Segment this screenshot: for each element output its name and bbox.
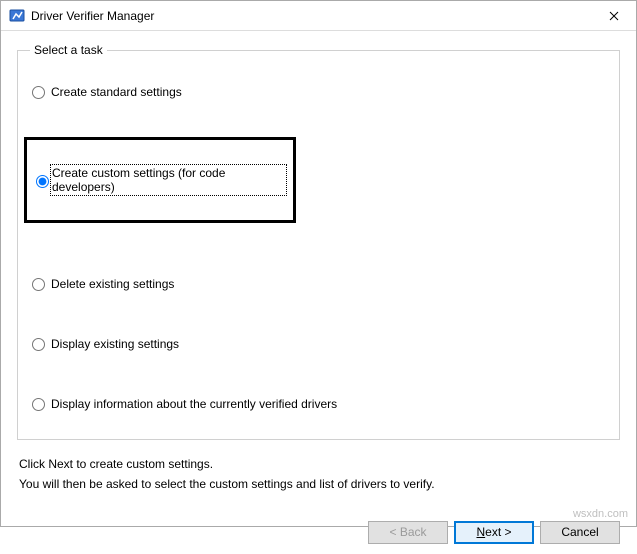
close-icon	[609, 11, 619, 21]
radio-label: Display existing settings	[51, 337, 179, 351]
groupbox-legend: Select a task	[30, 43, 107, 57]
button-label: Cancel	[561, 525, 598, 539]
radio-label: Delete existing settings	[51, 277, 174, 291]
window-title: Driver Verifier Manager	[31, 9, 591, 23]
radio-input-create-custom[interactable]	[36, 175, 49, 188]
titlebar: Driver Verifier Manager	[1, 1, 636, 31]
button-bar: < Back Next > Cancel	[17, 495, 620, 544]
radio-input-delete-existing[interactable]	[32, 278, 45, 291]
radio-input-display-info[interactable]	[32, 398, 45, 411]
app-icon	[9, 8, 25, 24]
client-area: Select a task Create standard settings C…	[1, 31, 636, 554]
cancel-button[interactable]: Cancel	[540, 521, 620, 544]
instruction-line: You will then be asked to select the cus…	[19, 474, 620, 494]
button-label: < Back	[389, 525, 426, 539]
radio-label: Display information about the currently …	[51, 397, 337, 411]
instruction-line: Click Next to create custom settings.	[19, 454, 620, 474]
close-button[interactable]	[591, 1, 636, 31]
radio-create-standard[interactable]: Create standard settings	[32, 85, 607, 99]
dialog-window: Driver Verifier Manager Select a task Cr…	[0, 0, 637, 527]
radio-display-info[interactable]: Display information about the currently …	[32, 397, 607, 411]
radio-input-display-existing[interactable]	[32, 338, 45, 351]
next-button[interactable]: Next >	[454, 521, 534, 544]
radio-create-custom[interactable]: Create custom settings (for code develop…	[31, 166, 285, 194]
radio-label: Create standard settings	[51, 85, 182, 99]
highlight-box: Create custom settings (for code develop…	[24, 137, 296, 223]
instructions: Click Next to create custom settings. Yo…	[17, 454, 620, 495]
radio-delete-existing[interactable]: Delete existing settings	[32, 277, 607, 291]
back-button: < Back	[368, 521, 448, 544]
button-label: Next >	[476, 525, 511, 539]
task-groupbox: Select a task Create standard settings C…	[17, 43, 620, 440]
radio-label: Create custom settings (for code develop…	[52, 166, 285, 194]
radio-input-create-standard[interactable]	[32, 86, 45, 99]
radio-display-existing[interactable]: Display existing settings	[32, 337, 607, 351]
